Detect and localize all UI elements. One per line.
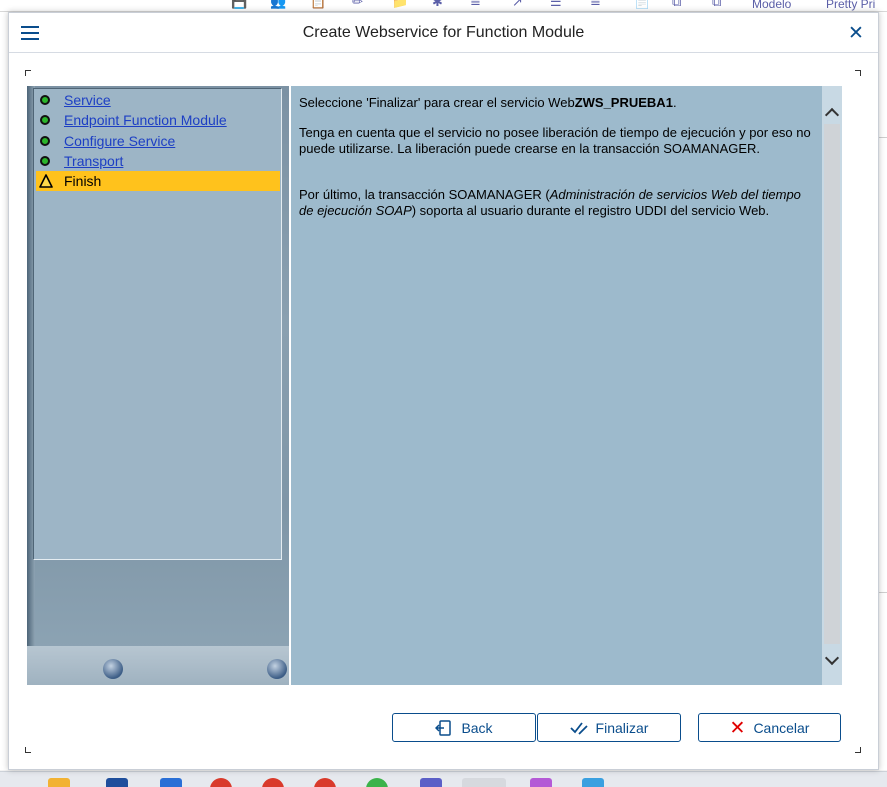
frame-corner <box>25 747 31 753</box>
scrollbar-thumb[interactable] <box>824 124 840 644</box>
taskbar-app-icon[interactable] <box>160 778 182 787</box>
background-toolbar-icon: ≡ <box>590 0 601 10</box>
wizard-content-panel: Seleccione 'Finalizar' para crear el ser… <box>291 86 822 685</box>
globe-decoration-icon <box>103 659 123 679</box>
background-toolbar-icon: ✏ <box>352 0 363 10</box>
taskbar-app-icon[interactable] <box>462 778 506 787</box>
dialog-title: Create Webservice for Function Module <box>302 24 585 41</box>
background-toolbar-icon: 📁 <box>392 0 409 10</box>
taskbar-app-icon[interactable] <box>582 778 604 787</box>
cancel-button-label: Cancelar <box>753 719 810 736</box>
background-toolbar-icon: 📄 <box>634 0 651 10</box>
taskbar-app-icon[interactable] <box>210 778 232 787</box>
background-toolbar-icon: 💾 <box>231 0 248 10</box>
step-label[interactable]: Configure Service <box>64 133 175 149</box>
background-toolbar-text: Pretty Pri <box>826 0 876 11</box>
step-endpoint-function-module[interactable]: Endpoint Function Module <box>36 110 280 130</box>
step-configure-service[interactable]: Configure Service <box>36 131 280 151</box>
cancel-button[interactable]: ✕ Cancelar <box>698 713 841 742</box>
create-webservice-dialog: Create Webservice for Function Module ✕ … <box>8 12 879 770</box>
step-label[interactable]: Transport <box>64 153 123 169</box>
background-toolbar-text: Modelo <box>752 0 792 11</box>
green-status-icon <box>40 136 50 146</box>
back-arrow-icon <box>435 719 452 736</box>
background-toolbar-icon: ⧉ <box>672 0 682 10</box>
panel-decoration <box>27 646 289 685</box>
frame-corner <box>25 70 31 76</box>
dialog-titlebar: Create Webservice for Function Module ✕ <box>9 13 878 53</box>
step-label[interactable]: Endpoint Function Module <box>64 112 227 128</box>
wizard-steps-list: Service Endpoint Function Module Configu… <box>33 88 282 560</box>
background-toolbar-icon: ☰ <box>550 0 562 10</box>
runtime-release-note: Tenga en cuenta que el servicio no posee… <box>299 125 811 156</box>
wizard-steps-panel: Service Endpoint Function Module Configu… <box>27 86 289 685</box>
frame-corner <box>855 747 861 753</box>
cancel-x-icon: ✕ <box>729 716 746 739</box>
green-status-icon <box>40 156 50 166</box>
finish-button[interactable]: Finalizar <box>537 713 681 742</box>
background-toolbar-icon: 📋 <box>310 0 327 10</box>
step-label: Finish <box>64 173 102 189</box>
warning-triangle-icon <box>39 174 53 188</box>
taskbar-app-icon[interactable] <box>48 778 70 787</box>
background-app-left <box>0 12 8 770</box>
content-scrollbar[interactable] <box>822 86 842 685</box>
taskbar-app-icon[interactable] <box>314 778 336 787</box>
finish-button-label: Finalizar <box>595 719 649 736</box>
check-wand-icon <box>569 721 588 735</box>
windows-taskbar <box>0 771 887 787</box>
soamanager-note: Por último, la transacción SOAMANAGER (A… <box>299 187 801 218</box>
hamburger-menu-icon[interactable] <box>21 25 41 41</box>
finish-instruction-text: Seleccione 'Finalizar' para crear el ser… <box>299 95 677 110</box>
step-finish[interactable]: Finish <box>36 171 280 191</box>
close-icon[interactable]: ✕ <box>845 22 867 44</box>
background-app-right <box>879 12 887 770</box>
background-toolbar-icon: ≡ <box>470 0 481 10</box>
background-toolbar-icon: 👥 <box>270 0 287 10</box>
step-service[interactable]: Service <box>36 90 280 110</box>
background-toolbar: Modelo Pretty Pri 💾 👥 📋 ✏ 📁 ✱ ≡ ↗ ☰ ≡ 📄 ⧉ ⧉ <box>0 0 887 12</box>
scroll-up-icon[interactable] <box>822 102 842 123</box>
back-button-label: Back <box>461 719 493 736</box>
background-toolbar-icon: ↗ <box>512 0 523 10</box>
frame-corner <box>855 70 861 76</box>
service-name: ZWS_PRUEBA1 <box>574 95 673 110</box>
green-status-icon <box>40 95 50 105</box>
globe-decoration-icon <box>267 659 287 679</box>
green-status-icon <box>40 115 50 125</box>
step-transport[interactable]: Transport <box>36 151 280 171</box>
taskbar-app-icon[interactable] <box>366 778 388 787</box>
taskbar-app-icon[interactable] <box>106 778 128 787</box>
step-label[interactable]: Service <box>64 92 111 108</box>
background-toolbar-icon: ✱ <box>432 0 443 10</box>
background-toolbar-icon: ⧉ <box>712 0 722 10</box>
taskbar-app-icon[interactable] <box>420 778 442 787</box>
back-button[interactable]: Back <box>392 713 536 742</box>
taskbar-app-icon[interactable] <box>262 778 284 787</box>
scroll-down-icon[interactable] <box>822 650 842 671</box>
taskbar-app-icon[interactable] <box>530 778 552 787</box>
